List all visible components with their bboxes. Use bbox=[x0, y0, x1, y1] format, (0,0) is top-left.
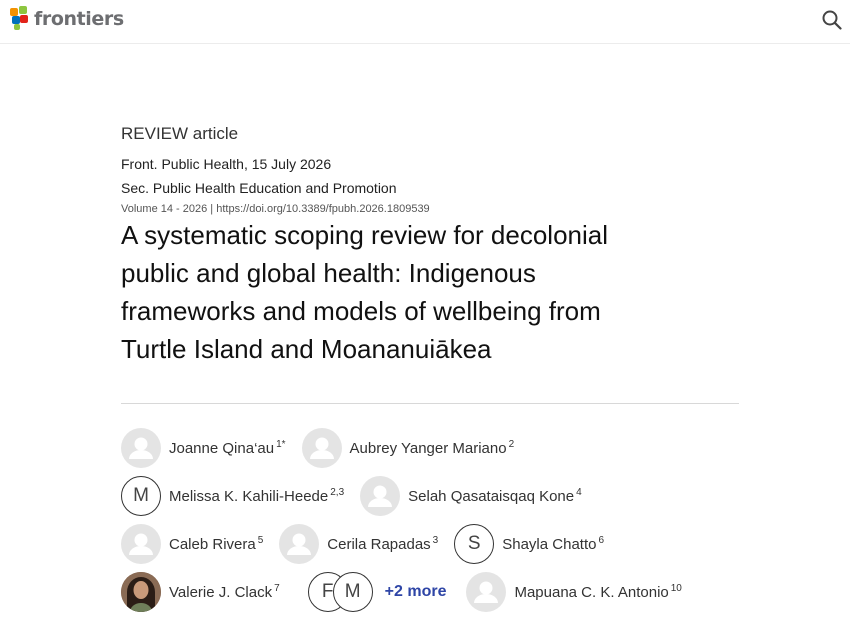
author-item[interactable]: Aubrey Yanger Mariano 2 bbox=[301, 428, 515, 468]
author-photo bbox=[121, 572, 161, 612]
author-name: Caleb Rivera 5 bbox=[169, 535, 264, 553]
volume: Volume 14 - 2026 bbox=[121, 203, 208, 215]
author-row: Joanne Qina‘au 1* Aubrey Yanger Mariano 2 bbox=[121, 428, 741, 468]
avatar: S bbox=[454, 524, 495, 564]
journal-section: Sec. Public Health Education and Promoti… bbox=[121, 180, 397, 196]
author-affiliation: 2 bbox=[508, 439, 515, 450]
article-type: REVIEW article bbox=[121, 124, 239, 143]
person-icon bbox=[287, 533, 312, 555]
avatar bbox=[279, 524, 320, 564]
author-item[interactable]: S Shayla Chatto 6 bbox=[454, 524, 604, 564]
person-icon bbox=[129, 437, 153, 459]
author-name: Shayla Chatto 6 bbox=[502, 535, 605, 553]
author-item[interactable]: M Melissa K. Kahili-Heede 2,3 bbox=[121, 476, 344, 516]
author-list: Joanne Qina‘au 1* Aubrey Yanger Mariano 2 … bbox=[121, 428, 741, 620]
volume-doi-line: Volume 14 - 2026 | https://doi.org/10.33… bbox=[121, 203, 741, 215]
doi-link[interactable]: https://doi.org/10.3389/fpubh.2026.18095… bbox=[216, 203, 429, 215]
frontiers-logo-icon bbox=[10, 6, 30, 32]
title-line: frameworks and models of wellbeing from bbox=[121, 296, 601, 326]
volume-separator: | bbox=[210, 203, 214, 215]
avatar bbox=[466, 572, 507, 612]
author-item[interactable]: Caleb Rivera 5 bbox=[121, 524, 263, 564]
author-affiliation: 3 bbox=[432, 535, 439, 546]
logo-text: frontiers bbox=[34, 8, 124, 30]
more-authors-label: +2 more bbox=[384, 583, 447, 600]
article-title: A systematic scoping review for decoloni… bbox=[121, 216, 741, 368]
author-row: Valerie J. Clack 7 F M +2 more Mapuana C.… bbox=[121, 572, 741, 612]
person-icon bbox=[474, 581, 499, 603]
author-affiliation: 4 bbox=[576, 487, 582, 498]
avatar bbox=[360, 476, 401, 516]
avatar: M bbox=[332, 572, 373, 612]
person-icon bbox=[368, 485, 393, 507]
author-name: Valerie J. Clack 7 bbox=[169, 583, 280, 601]
divider bbox=[121, 403, 739, 404]
author-item[interactable]: Valerie J. Clack 7 bbox=[121, 572, 280, 612]
author-item[interactable]: Cerila Rapadas 3 bbox=[279, 524, 438, 564]
avatar: M bbox=[121, 476, 161, 516]
journal-date: Front. Public Health, 15 July 2026 bbox=[121, 156, 332, 172]
author-affiliation: 10 bbox=[670, 583, 682, 594]
author-item[interactable]: Mapuana C. K. Antonio 10 bbox=[466, 572, 682, 612]
author-item[interactable]: Joanne Qina‘au 1* bbox=[121, 428, 286, 468]
author-affiliation: 1* bbox=[276, 439, 286, 450]
author-item[interactable]: Selah Qasataisqaq Kone 4 bbox=[360, 476, 582, 516]
search-button[interactable] bbox=[818, 6, 846, 34]
author-row: M Melissa K. Kahili-Heede 2,3 Selah Qasat… bbox=[121, 476, 741, 516]
title-line: public and global health: Indigenous bbox=[121, 258, 536, 288]
avatar bbox=[121, 524, 161, 564]
author-affiliation: 7 bbox=[274, 583, 280, 594]
article-header: REVIEW article Front. Public Health, 15 … bbox=[121, 124, 741, 368]
frontiers-logo[interactable]: frontiers bbox=[10, 6, 124, 32]
author-name: Joanne Qina‘au 1* bbox=[169, 439, 286, 457]
author-affiliation: 5 bbox=[257, 535, 264, 546]
author-name: Mapuana C. K. Antonio 10 bbox=[514, 583, 682, 601]
author-name: Aubrey Yanger Mariano 2 bbox=[349, 439, 515, 457]
author-row: Caleb Rivera 5 Cerila Rapadas 3 S Shayla C… bbox=[121, 524, 741, 564]
avatar bbox=[121, 428, 161, 468]
person-icon bbox=[309, 437, 334, 459]
avatar bbox=[301, 428, 342, 468]
author-affiliation: 6 bbox=[598, 535, 605, 546]
top-navigation-bar: frontiers bbox=[0, 0, 850, 44]
title-line: A systematic scoping review for decoloni… bbox=[121, 220, 609, 250]
author-name: Melissa K. Kahili-Heede 2,3 bbox=[169, 487, 345, 505]
person-icon bbox=[129, 533, 153, 555]
title-line: Turtle Island and Moananuiākea bbox=[121, 334, 492, 364]
author-affiliation: 2,3 bbox=[330, 487, 345, 498]
more-authors-button[interactable]: F M +2 more bbox=[307, 572, 447, 612]
search-icon bbox=[822, 10, 842, 30]
author-name: Selah Qasataisqaq Kone 4 bbox=[408, 487, 582, 505]
author-name: Cerila Rapadas 3 bbox=[327, 535, 439, 553]
